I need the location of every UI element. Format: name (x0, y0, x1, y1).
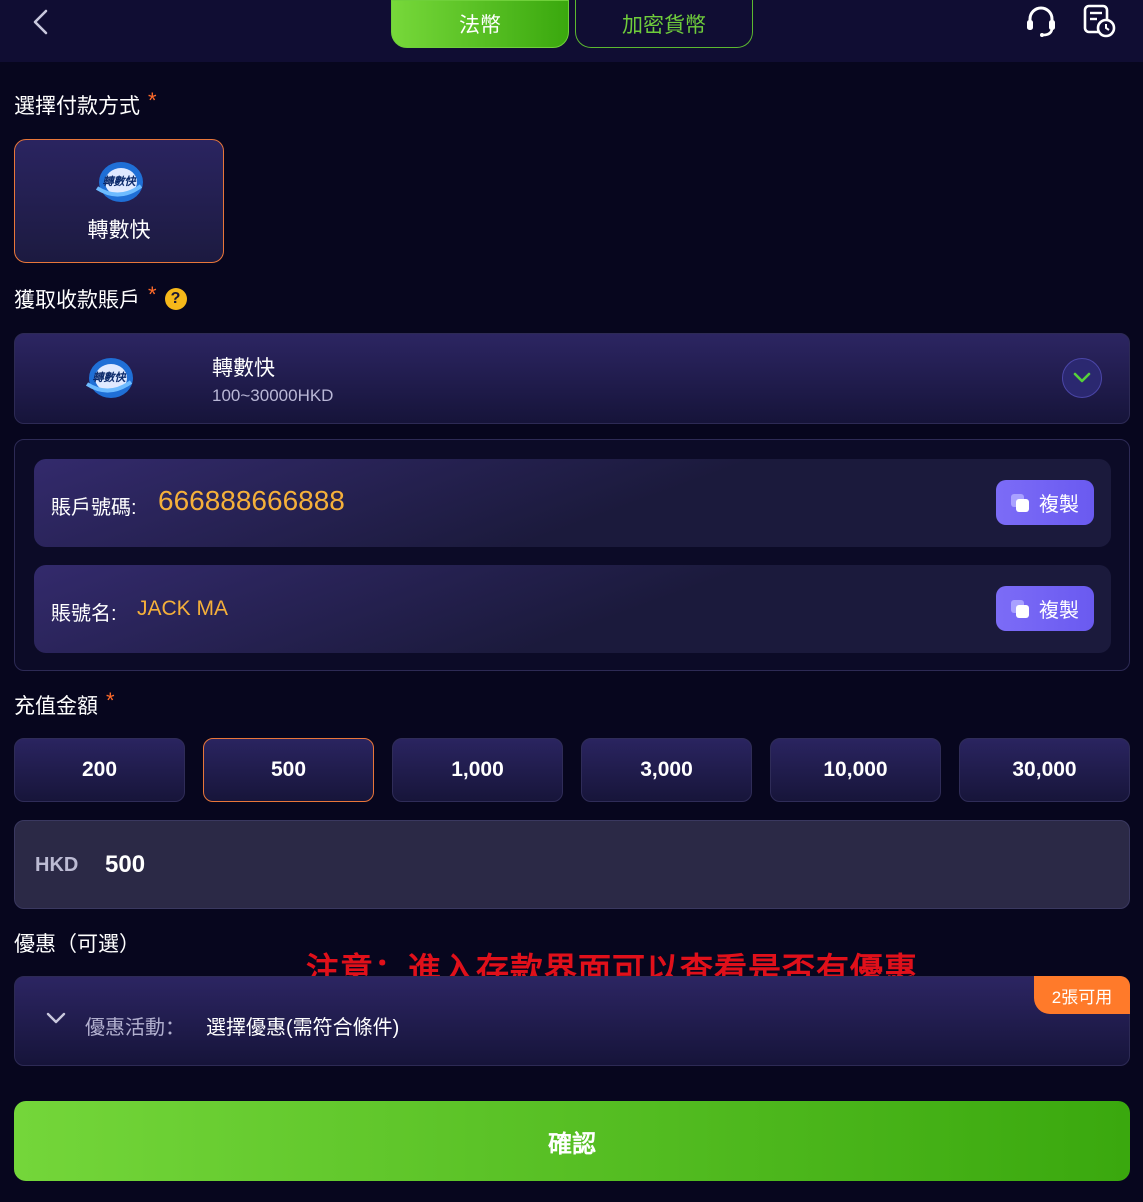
copy-account-number-button[interactable]: 複製 (996, 480, 1094, 525)
history-clock-icon[interactable] (1082, 4, 1116, 38)
required-mark: * (148, 282, 157, 307)
receiving-account-label-text: 獲取收款賬戶 (14, 289, 140, 312)
payment-method-label-text: 選擇付款方式 (14, 95, 140, 118)
fps-logo-icon: 轉數快 (85, 358, 133, 398)
amount-input[interactable]: 500 (105, 851, 1005, 879)
amount-preset-10000[interactable]: 10,000 (770, 738, 941, 802)
fps-logo-icon: 轉數快 (95, 162, 143, 202)
amount-preset-1000[interactable]: 1,000 (392, 738, 563, 802)
receiving-account-label: 獲取收款賬戶 * ? (14, 282, 187, 314)
account-number-value: 666888666888 (158, 485, 345, 516)
receiving-account-select[interactable]: 轉數快 轉數快 100~30000HKD (14, 333, 1130, 424)
amount-preset-30000[interactable]: 30,000 (959, 738, 1130, 802)
copy-account-name-button[interactable]: 複製 (996, 586, 1094, 631)
promotion-field-label: 優惠活動： (85, 1017, 185, 1039)
help-icon[interactable]: ? (164, 288, 187, 310)
tab-crypto[interactable]: 加密貨幣 (575, 0, 753, 48)
payment-method-option-fps[interactable]: 轉數快 轉數快 (14, 139, 224, 263)
account-details-panel: 賬戶號碼: 666888666888 複製 賬號名: JACK MA 複製 (14, 439, 1130, 671)
account-name-row: 賬號名: JACK MA 複製 (34, 565, 1111, 653)
account-name-label: 賬號名: (51, 603, 117, 625)
amount-label: 充值金額 * (14, 688, 115, 720)
available-coupons-badge: 2張可用 (1034, 976, 1130, 1014)
required-mark: * (106, 688, 115, 713)
amount-preset-200[interactable]: 200 (14, 738, 185, 802)
promotion-label: 優惠（可選） (14, 928, 140, 958)
amount-preset-500[interactable]: 500 (203, 738, 374, 802)
fps-logo-text: 轉數快 (93, 371, 127, 384)
promotion-select[interactable]: 優惠活動： 選擇優惠(需符合條件) 2張可用 (14, 976, 1130, 1066)
amount-preset-3000[interactable]: 3,000 (581, 738, 752, 802)
chevron-down-icon (46, 1012, 66, 1024)
promotion-field-value: 選擇優惠(需符合條件) (206, 1017, 400, 1039)
account-name-value: JACK MA (137, 597, 229, 620)
chevron-down-icon[interactable] (1062, 358, 1102, 398)
headset-support-icon[interactable] (1024, 4, 1058, 38)
copy-icon (1011, 493, 1029, 512)
copy-button-label: 複製 (1039, 494, 1079, 516)
tab-fiat[interactable]: 法幣 (391, 0, 569, 48)
account-number-label: 賬戶號碼: (51, 497, 137, 519)
account-number-row: 賬戶號碼: 666888666888 複製 (34, 459, 1111, 547)
confirm-button[interactable]: 確認 (14, 1101, 1130, 1181)
promotion-label-text: 優惠（可選） (14, 933, 140, 956)
top-bar: 法幣 加密貨幣 (0, 0, 1143, 62)
back-chevron-icon[interactable] (28, 8, 54, 36)
amount-input-field[interactable]: HKD 500 (14, 820, 1130, 909)
copy-button-label: 複製 (1039, 600, 1079, 622)
copy-icon (1011, 599, 1029, 618)
payment-method-name: 轉數快 (87, 219, 151, 242)
fps-logo-text: 轉數快 (103, 175, 137, 188)
account-amount-range: 100~30000HKD (212, 386, 334, 405)
amount-label-text: 充值金額 (14, 695, 98, 718)
account-provider-name: 轉數快 (212, 357, 275, 380)
required-mark: * (148, 88, 157, 113)
currency-label: HKD (35, 854, 79, 876)
payment-method-label: 選擇付款方式 * (14, 88, 157, 120)
